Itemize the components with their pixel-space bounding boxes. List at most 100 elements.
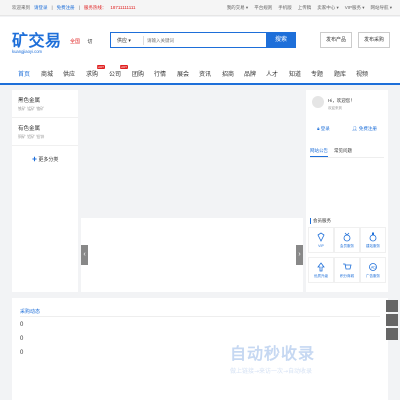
side-toolbar — [386, 300, 400, 342]
nav-item-purchase[interactable]: 求购 HOT — [86, 65, 106, 78]
topbar-link-my-trades[interactable]: 我的交易 ▾ — [227, 5, 249, 11]
category-panel: 黑色金属 铁矿 锰矿 铬矿 有色金属 铜矿 铝矿 铅锌 ✚ 更多分类 — [12, 90, 78, 292]
topbar-link-vip[interactable]: VIP服务 ▾ — [345, 5, 365, 11]
publish-product-button[interactable]: 发布产品 — [320, 32, 352, 48]
publish-purchase-button[interactable]: 发布采购 — [358, 32, 390, 48]
separator: | — [78, 5, 80, 10]
nav-item-know[interactable]: 知道 — [289, 69, 301, 78]
city-selector[interactable]: 全国 切 — [70, 38, 92, 45]
topbar-link-seller-center[interactable]: 卖家中心 ▾ — [317, 5, 339, 11]
category-subtitle[interactable]: 铜矿 铝矿 铅锌 — [18, 134, 72, 140]
nav-item-market[interactable]: 行情 — [154, 69, 166, 78]
service-vip[interactable]: VIP — [308, 227, 334, 253]
category-block[interactable]: 有色金属 铜矿 铝矿 铅锌 — [12, 118, 78, 146]
topbar-left: 欢迎来到 请登录 | 免费注册 | 服务热线： 18711111111 — [12, 5, 136, 11]
register-button[interactable]: 👤︎ 免费注册 — [352, 126, 377, 132]
search-category-select[interactable]: 供应 ▾ — [117, 37, 131, 44]
service-points-mall[interactable]: 积分商城 — [334, 257, 360, 283]
service-label: 广告服务 — [366, 274, 380, 278]
service-ads[interactable]: AD 广告服务 — [360, 257, 386, 283]
ad-icon: AD — [369, 263, 377, 271]
more-categories-link[interactable]: ✚ 更多分类 — [32, 156, 58, 163]
watermark: 自动秒收录 做上链接→来访一次→自动收录 — [230, 340, 390, 384]
topbar-link-mobile[interactable]: 手机版 — [278, 5, 292, 11]
nav-item-groupbuy[interactable]: 团购 — [132, 69, 144, 78]
banner-background — [81, 90, 303, 218]
service-label: 优质升级 — [314, 274, 328, 278]
search-input[interactable] — [147, 35, 267, 45]
top-bar: 欢迎来到 请登录 | 免费注册 | 服务热线： 18711111111 我的交易… — [0, 0, 400, 16]
category-title[interactable]: 黑色金属 — [18, 96, 72, 104]
nav-item-brand[interactable]: 品牌 — [244, 69, 256, 78]
banner-carousel[interactable] — [81, 218, 303, 292]
feed-value: 0 — [20, 350, 24, 356]
nav-item-company[interactable]: 公司 HOT — [109, 65, 129, 78]
nav-item-label: 求购 — [86, 72, 99, 78]
login-button[interactable]: 🔒︎ 登录 — [317, 126, 330, 132]
avatar — [312, 96, 324, 108]
category-title[interactable]: 有色金属 — [18, 124, 72, 132]
nav-item-investment[interactable]: 招商 — [222, 69, 234, 78]
service-site-building[interactable]: 建站服务 — [360, 227, 386, 253]
side-tool-button[interactable] — [386, 314, 398, 326]
service-label: VIP — [318, 244, 324, 248]
badge-icon — [369, 232, 377, 242]
nav-item-label: 公司 — [109, 72, 122, 78]
category-block[interactable]: 黑色金属 铁矿 锰矿 铬矿 — [12, 90, 78, 118]
nav-item-supply[interactable]: 供应 — [63, 69, 75, 78]
nav-item-topic[interactable]: 专题 — [311, 69, 323, 78]
hot-badge: HOT — [96, 65, 106, 69]
topbar-link-rules[interactable]: 平台规则 — [254, 5, 272, 11]
city-switch[interactable]: 切 — [87, 39, 92, 45]
lock-icon: 🔒︎ — [317, 126, 320, 131]
svg-text:AD: AD — [371, 266, 376, 270]
separator: | — [51, 5, 53, 10]
hotline-label: 服务热线： — [83, 5, 107, 10]
feed-value: 0 — [20, 336, 24, 342]
notice-tabs: 网站公告 常见问题 — [310, 148, 384, 158]
nav-item-video[interactable]: 视频 — [356, 69, 368, 78]
tab-faq[interactable]: 常见问题 — [334, 148, 352, 157]
search-button[interactable]: 搜索 — [266, 32, 296, 48]
register-link[interactable]: 免费注册 — [57, 5, 75, 11]
nav-item-news[interactable]: 资讯 — [199, 69, 211, 78]
login-link[interactable]: 请登录 — [34, 5, 48, 11]
welcome-text: 欢迎来到 — [328, 106, 342, 110]
topbar-right: 我的交易 ▾ 平台规则 手机版 上传稿 卖家中心 ▾ VIP服务 ▾ 网站导航 … — [227, 5, 392, 11]
tab-notice[interactable]: 网站公告 — [310, 148, 328, 157]
plus-icon: ✚ — [32, 157, 38, 163]
cart-icon — [343, 263, 352, 270]
services-title: 会员服务 — [310, 218, 331, 224]
purchase-feed-title[interactable]: 采购动态 — [20, 308, 40, 315]
service-upgrade[interactable]: 优质升级 — [308, 257, 334, 283]
upgrade-icon — [317, 262, 325, 272]
main-nav: 首页 商城 供应 求购 HOT 公司 HOT 团购 行情 展会 资讯 招商 品牌… — [0, 63, 400, 85]
user-panel: Hi，欢迎您！ 欢迎来到 🔒︎ 登录 👤︎ 免费注册 网站公告 常见问题 会员服… — [306, 90, 388, 292]
site-logo[interactable]: 矿交易 kuangjiaoyi.com — [12, 27, 62, 54]
carousel-next-arrow-icon[interactable]: › — [296, 245, 303, 265]
divider — [20, 316, 380, 317]
service-member[interactable]: 会员服务 — [334, 227, 360, 253]
nav-item-mall[interactable]: 商城 — [41, 69, 53, 78]
services-grid: VIP 会员服务 建站服务 优质升级 积分商城 AD 广告服务 — [308, 227, 386, 283]
feed-value: 0 — [20, 322, 24, 328]
category-subtitle[interactable]: 铁矿 锰矿 铬矿 — [18, 106, 72, 112]
side-tool-button[interactable] — [386, 328, 398, 340]
nav-item-talent[interactable]: 人才 — [266, 69, 278, 78]
diamond-icon — [317, 232, 325, 242]
nav-item-expo[interactable]: 展会 — [177, 69, 189, 78]
login-label: 登录 — [320, 126, 330, 131]
welcome-text: 欢迎来到 — [12, 5, 30, 10]
service-label: 建站服务 — [366, 244, 380, 248]
side-tool-button[interactable] — [386, 300, 398, 312]
header: 矿交易 kuangjiaoyi.com 全国 切 供应 ▾ 搜索 发布产品 发布… — [0, 17, 400, 63]
logo-text: 矿交易 — [12, 33, 62, 50]
topbar-link-upload[interactable]: 上传稿 — [298, 5, 312, 11]
carousel-prev-arrow-icon[interactable]: ‹ — [81, 245, 88, 265]
auth-row: 🔒︎ 登录 👤︎ 免费注册 — [306, 126, 388, 132]
hot-badge: HOT — [119, 65, 129, 69]
nav-item-question-bank[interactable]: 题库 — [334, 69, 346, 78]
topbar-link-site-nav[interactable]: 网站导航 ▾ — [370, 5, 392, 11]
nav-item-home[interactable]: 首页 — [18, 69, 30, 78]
watermark-title: 自动秒收录 — [230, 344, 316, 363]
